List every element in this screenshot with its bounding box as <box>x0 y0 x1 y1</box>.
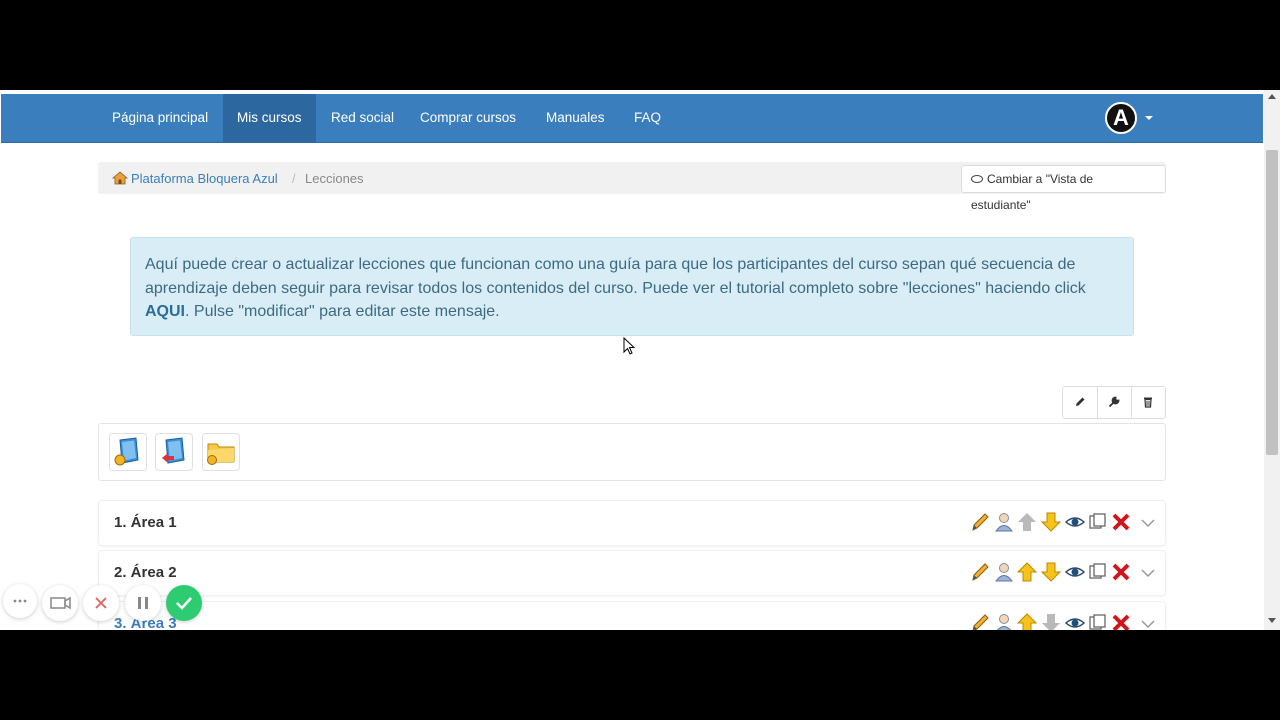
scroll-up-arrow-icon[interactable] <box>1268 94 1276 99</box>
nav-my-courses[interactable]: Mis cursos <box>223 94 316 142</box>
move-down-icon[interactable] <box>1040 511 1062 533</box>
copy-icon[interactable] <box>1087 511 1109 533</box>
browser-viewport: Página principal Mis cursos Red social C… <box>0 90 1280 630</box>
info-message: Aquí puede crear o actualizar lecciones … <box>130 237 1134 336</box>
move-up-icon[interactable] <box>1016 511 1038 533</box>
chevron-down-icon[interactable] <box>1137 511 1159 533</box>
breadcrumb: Plataforma Bloquera Azul / Lecciones Cam… <box>98 162 1166 212</box>
recorder-more-button[interactable] <box>3 584 37 618</box>
delete-button[interactable] <box>1131 387 1165 418</box>
move-up-icon[interactable] <box>1016 612 1038 630</box>
lesson-row[interactable]: 1. Área 1 <box>98 500 1166 546</box>
user-avatar[interactable]: A <box>1105 102 1137 134</box>
checkmark-icon <box>176 597 192 610</box>
lesson-tools-panel <box>98 423 1166 481</box>
copy-icon[interactable] <box>1087 561 1109 583</box>
top-navbar: Página principal Mis cursos Red social C… <box>1 94 1263 143</box>
new-folder-button[interactable] <box>202 433 240 471</box>
delete-icon[interactable] <box>1110 612 1132 630</box>
vertical-scrollbar[interactable] <box>1264 90 1280 630</box>
student-view-button[interactable]: Cambiar a "Vista de estudiante" <box>961 165 1166 212</box>
user-icon[interactable] <box>993 561 1015 583</box>
recorder-done-button[interactable] <box>166 585 202 621</box>
info-text-end: . Pulse "modificar" para editar este men… <box>185 303 500 320</box>
user-icon[interactable] <box>993 511 1015 533</box>
user-icon[interactable] <box>993 612 1015 630</box>
eye-icon[interactable] <box>1064 612 1086 630</box>
scroll-down-arrow-icon[interactable] <box>1268 618 1276 623</box>
copy-icon[interactable] <box>1087 612 1109 630</box>
home-icon[interactable] <box>112 170 128 186</box>
new-lesson-button[interactable] <box>109 433 147 471</box>
pencil-icon[interactable] <box>969 612 991 630</box>
settings-button[interactable] <box>1097 387 1132 418</box>
nav-home[interactable]: Página principal <box>98 94 222 142</box>
trash-icon <box>1144 397 1152 408</box>
lesson-title[interactable]: 2. Área 2 <box>114 564 177 581</box>
move-down-icon[interactable] <box>1040 561 1062 583</box>
camera-icon <box>50 596 71 610</box>
move-up-icon[interactable] <box>1016 561 1038 583</box>
new-lesson-icon <box>114 437 139 466</box>
pencil-icon[interactable] <box>969 561 991 583</box>
new-folder-icon <box>207 443 235 465</box>
info-text: Aquí puede crear o actualizar lecciones … <box>145 253 1115 324</box>
lesson-actions <box>969 612 1159 630</box>
student-view-label: Cambiar a "Vista de estudiante" <box>971 172 1094 212</box>
mouse-cursor-icon <box>623 337 636 355</box>
pencil-icon[interactable] <box>969 511 991 533</box>
pause-icon <box>138 597 148 609</box>
recorder-camera-button[interactable] <box>42 585 78 621</box>
breadcrumb-separator: / <box>292 171 296 186</box>
more-icon <box>13 599 27 603</box>
eye-icon[interactable] <box>1064 511 1086 533</box>
edit-button[interactable] <box>1063 387 1098 418</box>
eye-icon[interactable] <box>1064 561 1086 583</box>
nav-social[interactable]: Red social <box>317 94 408 142</box>
caret-down-icon[interactable] <box>1145 116 1153 120</box>
breadcrumb-current: Lecciones <box>305 171 364 186</box>
scroll-thumb[interactable] <box>1266 150 1278 455</box>
breadcrumb-home-link[interactable]: Plataforma Bloquera Azul <box>131 171 278 186</box>
nav-faq[interactable]: FAQ <box>620 94 675 142</box>
chevron-down-icon[interactable] <box>1137 561 1159 583</box>
import-lesson-icon <box>162 437 185 464</box>
delete-icon[interactable] <box>1110 561 1132 583</box>
lesson-row[interactable]: 2. Área 2 <box>98 550 1166 596</box>
nav-buy-courses[interactable]: Comprar cursos <box>406 94 530 142</box>
import-lesson-button[interactable] <box>155 433 193 471</box>
eye-icon <box>971 174 983 183</box>
wrench-icon <box>1108 396 1120 408</box>
lesson-actions <box>969 511 1159 535</box>
recorder-cancel-button[interactable] <box>83 585 119 621</box>
close-icon <box>95 597 107 609</box>
recorder-pause-button[interactable] <box>125 585 161 621</box>
tutorial-link[interactable]: AQUI <box>145 303 185 320</box>
nav-manuals[interactable]: Manuales <box>532 94 619 142</box>
lesson-title[interactable]: 1. Área 1 <box>114 514 177 531</box>
lesson-actions <box>969 561 1159 585</box>
pencil-icon <box>1076 397 1085 406</box>
info-text-main: Aquí puede crear o actualizar lecciones … <box>145 256 1086 297</box>
lesson-row[interactable]: 3. Área 3 <box>98 601 1166 630</box>
chevron-down-icon[interactable] <box>1137 612 1159 630</box>
move-down-icon[interactable] <box>1040 612 1062 630</box>
lesson-toolbar <box>1062 386 1166 419</box>
delete-icon[interactable] <box>1110 511 1132 533</box>
